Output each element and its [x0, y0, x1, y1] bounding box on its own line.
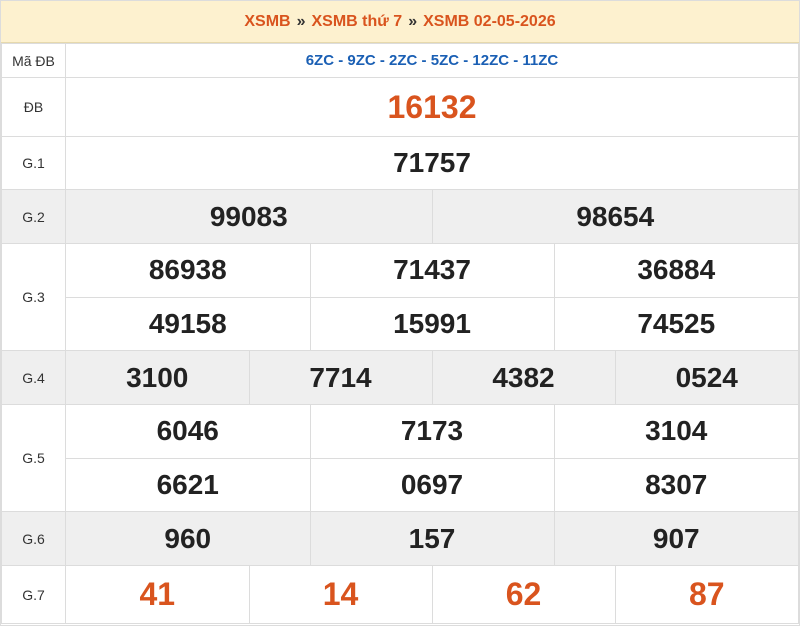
breadcrumb-separator: »: [408, 12, 418, 30]
table-row: G.1 71757: [1, 136, 799, 190]
prize-number: 14: [248, 566, 432, 623]
row-label: G.4: [1, 350, 66, 405]
row-label: G.7: [1, 565, 66, 624]
prize-number: 62: [431, 566, 615, 623]
prize-number: 3100: [66, 351, 249, 404]
prize-number: 15991: [309, 296, 554, 350]
row-label: G.2: [1, 189, 66, 244]
table-row: G.3 86938 71437 36884 49158 15991 74525: [1, 243, 799, 351]
table-row: G.5 6046 7173 3104 6621 0697 8307: [1, 404, 799, 512]
prize-number: 87: [614, 566, 798, 623]
table-row: G.7 41 14 62 87: [1, 565, 799, 624]
row-label: G.1: [1, 136, 66, 190]
prize-number: 98654: [431, 190, 798, 243]
breadcrumb-date-link[interactable]: XSMB 02-05-2026: [423, 13, 556, 31]
prize-number: 7173: [309, 405, 554, 458]
row-label: ĐB: [1, 77, 66, 137]
row-label: G.5: [1, 404, 66, 512]
prize-number: 3104: [553, 405, 798, 458]
results-table: Mã ĐB 6ZC - 9ZC - 2ZC - 5ZC - 12ZC - 11Z…: [1, 43, 799, 624]
prize-number: 0524: [614, 351, 798, 404]
prize-number: 6621: [66, 457, 310, 511]
prize-number: 99083: [66, 190, 432, 243]
prize-number: 960: [66, 512, 310, 565]
prize-number: 7714: [248, 351, 432, 404]
prize-number: 71757: [65, 136, 799, 190]
prize-number: 71437: [309, 244, 554, 297]
prize-number: 907: [553, 512, 798, 565]
table-row: G.2 99083 98654: [1, 189, 799, 244]
row-label: G.3: [1, 243, 66, 351]
breadcrumb-separator: »: [296, 12, 306, 30]
prize-number: 86938: [148, 254, 227, 286]
prize-number: 49158: [66, 296, 310, 350]
breadcrumb-day-link[interactable]: XSMB thứ 7: [312, 13, 403, 31]
prize-number: 6046: [156, 415, 219, 447]
table-row: ĐB 16132: [1, 77, 799, 137]
breadcrumb-xsmb-link[interactable]: XSMB: [244, 13, 290, 31]
prize-number: 41: [139, 576, 176, 612]
prize-number: 74525: [553, 296, 798, 350]
prize-number: 0697: [309, 457, 554, 511]
prize-number: 8307: [553, 457, 798, 511]
special-prize-number: 16132: [65, 77, 799, 137]
breadcrumb: XSMB » XSMB thứ 7 » XSMB 02-05-2026: [1, 1, 799, 43]
table-row: Mã ĐB 6ZC - 9ZC - 2ZC - 5ZC - 12ZC - 11Z…: [1, 43, 799, 78]
table-row: G.6 960 157 907: [1, 511, 799, 566]
prize-number: 4382: [431, 351, 615, 404]
special-codes: 6ZC - 9ZC - 2ZC - 5ZC - 12ZC - 11ZC: [65, 43, 799, 78]
row-label: G.6: [1, 511, 66, 566]
row-label: Mã ĐB: [1, 43, 66, 78]
prize-number: 157: [309, 512, 554, 565]
prize-number: 36884: [553, 244, 798, 297]
results-panel: XSMB » XSMB thứ 7 » XSMB 02-05-2026 Mã Đ…: [0, 0, 800, 626]
table-row: G.4 3100 7714 4382 0524: [1, 350, 799, 405]
